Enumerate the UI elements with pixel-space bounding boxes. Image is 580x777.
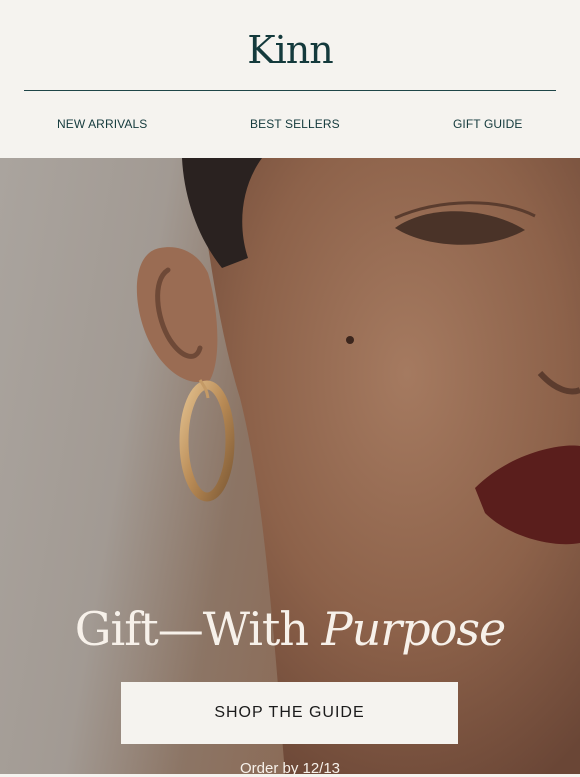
brand-logo[interactable]: Kinn <box>0 28 580 72</box>
nav-link-new-arrivals[interactable]: NEW ARRIVALS <box>57 117 147 131</box>
shop-the-guide-button[interactable]: SHOP THE GUIDE <box>121 682 458 744</box>
nav-link-best-sellers[interactable]: BEST SELLERS <box>250 117 340 131</box>
email-header: Kinn NEW ARRIVALS BEST SELLERS GIFT GUID… <box>0 0 580 158</box>
hero-headline: Gift—With Purpose <box>0 602 580 656</box>
nav-link-gift-guide[interactable]: GIFT GUIDE <box>453 117 522 131</box>
headline-italic: Purpose <box>321 602 507 656</box>
header-divider <box>24 90 556 91</box>
headline-main: Gift—With <box>74 602 322 656</box>
order-deadline-text: Order by 12/13 <box>239 760 341 777</box>
main-nav: NEW ARRIVALS BEST SELLERS GIFT GUIDE <box>0 117 580 133</box>
